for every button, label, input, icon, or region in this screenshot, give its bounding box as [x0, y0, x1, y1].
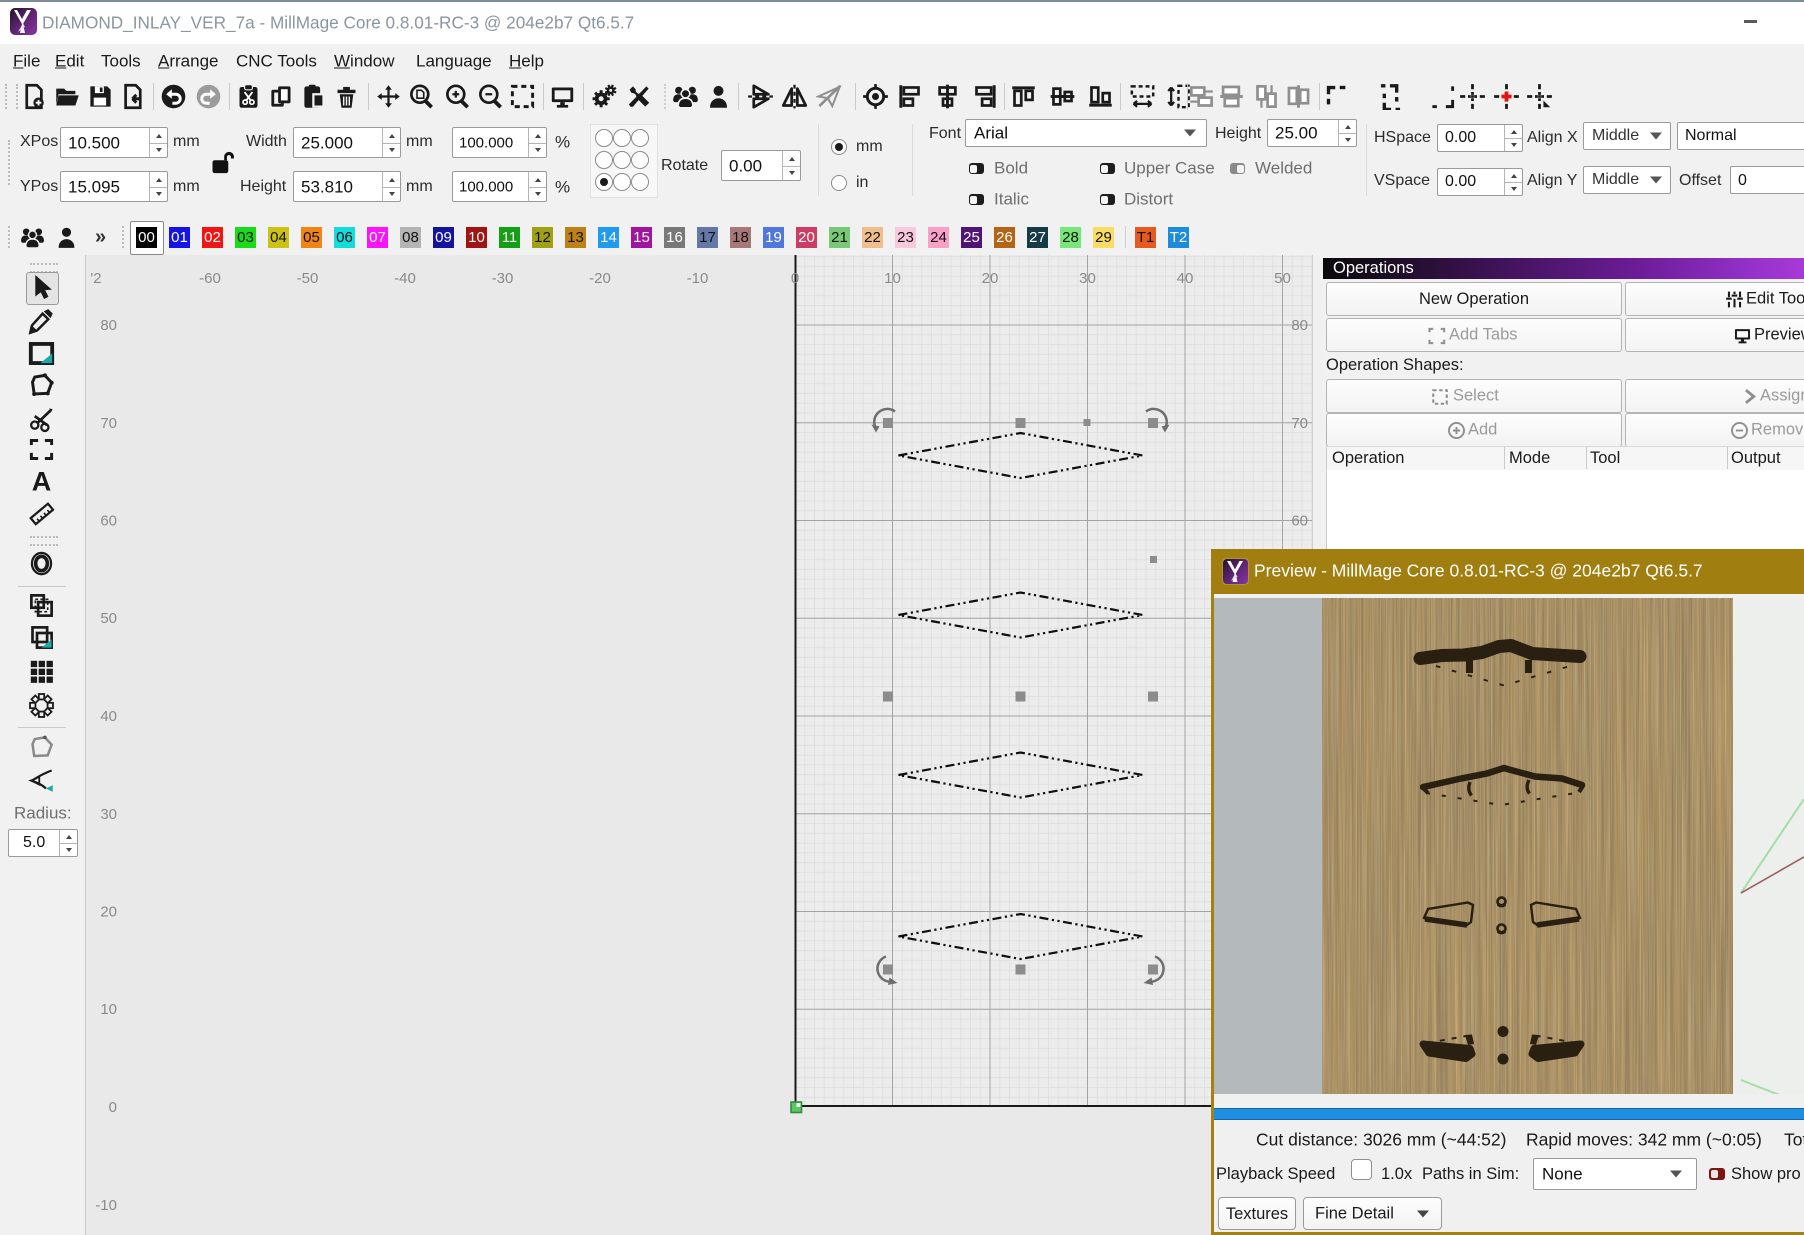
- svg-text:60: 60: [1291, 513, 1308, 530]
- svg-text:40: 40: [1177, 270, 1194, 287]
- svg-text:-40: -40: [394, 270, 416, 287]
- svg-text:20: 20: [982, 270, 999, 287]
- svg-text:30: 30: [1079, 270, 1096, 287]
- svg-text:30: 30: [100, 806, 117, 823]
- svg-text:70: 70: [100, 415, 117, 432]
- svg-text:-10: -10: [687, 270, 709, 287]
- svg-text:10: 10: [884, 270, 901, 287]
- svg-text:40: 40: [100, 708, 117, 725]
- svg-text:-10: -10: [95, 1197, 117, 1214]
- svg-text:80: 80: [100, 317, 117, 334]
- svg-text:A: A: [32, 468, 52, 495]
- svg-text:50: 50: [1274, 270, 1291, 287]
- svg-text:20: 20: [100, 904, 117, 921]
- svg-text:0: 0: [791, 270, 799, 287]
- svg-text:0: 0: [109, 1099, 117, 1116]
- svg-text:80: 80: [1291, 317, 1308, 334]
- svg-text:70: 70: [1291, 415, 1308, 432]
- svg-text:-20: -20: [589, 270, 611, 287]
- svg-text:60: 60: [100, 513, 117, 530]
- svg-text:-60: -60: [199, 270, 221, 287]
- svg-text:50: 50: [100, 610, 117, 627]
- svg-text:10: 10: [100, 1001, 117, 1018]
- svg-text:-50: -50: [297, 270, 319, 287]
- svg-text:'2: '2: [90, 270, 101, 287]
- svg-text:-30: -30: [492, 270, 514, 287]
